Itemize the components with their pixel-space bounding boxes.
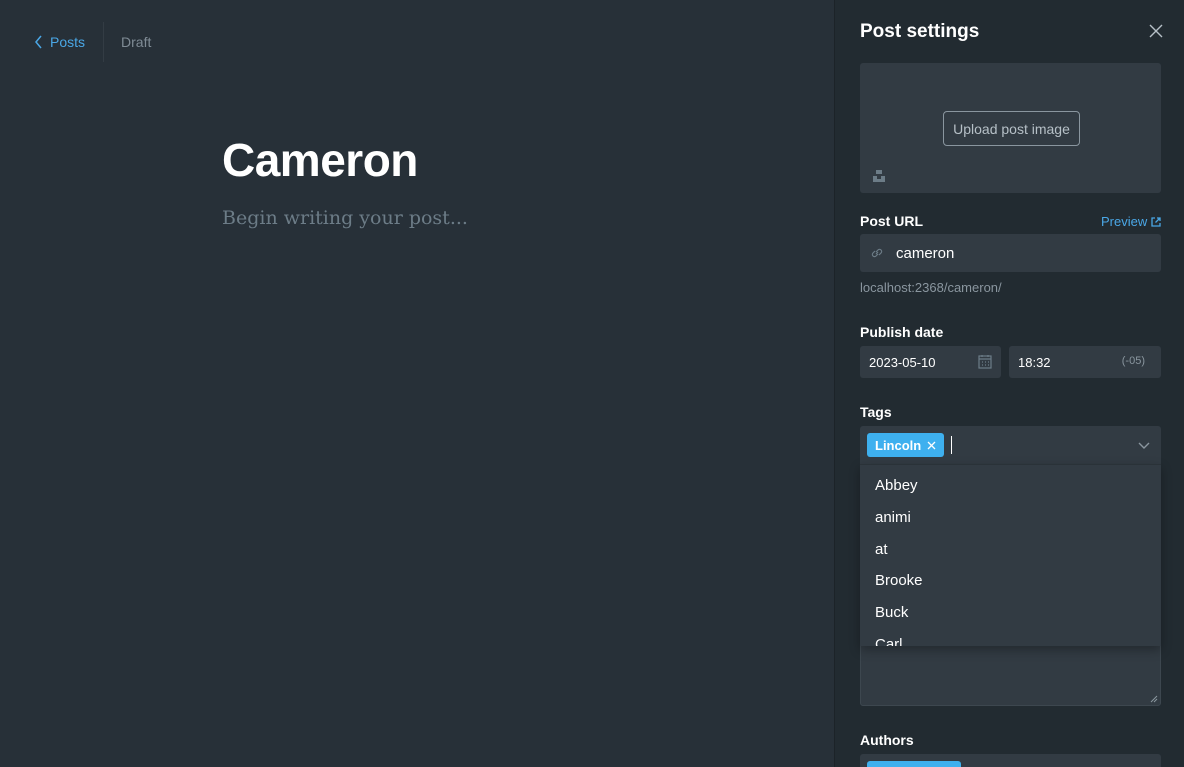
tag-chip[interactable]: Lincoln bbox=[867, 433, 945, 457]
back-to-posts-link[interactable]: Posts bbox=[34, 22, 105, 62]
post-image-dropzone[interactable]: Upload post image bbox=[860, 63, 1161, 193]
remove-tag-icon[interactable] bbox=[927, 441, 936, 450]
tag-chip-label: Lincoln bbox=[875, 437, 922, 453]
tags-dropdown: Abbey animi at Brooke Buck Carl bbox=[860, 464, 1161, 646]
preview-link[interactable]: Preview bbox=[1101, 214, 1161, 229]
post-url-label: Post URL bbox=[860, 213, 923, 229]
panel-title: Post settings bbox=[860, 21, 980, 42]
publish-time-value: 18:32 bbox=[1018, 354, 1051, 370]
post-url-field[interactable] bbox=[860, 234, 1161, 272]
post-settings-panel: Post settings Upload post image Post URL… bbox=[834, 0, 1184, 767]
tag-option[interactable]: Carl bbox=[860, 628, 1161, 646]
post-body-editor[interactable]: Begin writing your post... bbox=[222, 207, 468, 229]
text-caret bbox=[951, 436, 953, 454]
tag-option[interactable]: Abbey bbox=[860, 470, 1161, 502]
close-icon[interactable] bbox=[1146, 21, 1166, 41]
back-label: Posts bbox=[50, 34, 86, 50]
tags-label: Tags bbox=[860, 404, 892, 420]
tag-option[interactable]: animi bbox=[860, 502, 1161, 534]
post-status: Draft bbox=[121, 34, 152, 50]
chevron-left-icon bbox=[35, 35, 42, 49]
publish-date-label: Publish date bbox=[860, 324, 944, 340]
post-url-hint: localhost:2368/cameron/ bbox=[860, 280, 1002, 295]
tags-field[interactable]: Lincoln bbox=[860, 426, 1161, 464]
publish-time-field[interactable]: 18:32 (-05) bbox=[1009, 346, 1161, 378]
unsplash-icon[interactable] bbox=[872, 169, 886, 183]
author-chip[interactable] bbox=[867, 761, 961, 767]
tag-option[interactable]: Buck bbox=[860, 597, 1161, 629]
top-nav: Posts Draft bbox=[34, 22, 151, 62]
authors-label: Authors bbox=[860, 732, 914, 748]
tag-option[interactable]: Brooke bbox=[860, 565, 1161, 597]
preview-label: Preview bbox=[1101, 214, 1148, 229]
tag-option[interactable]: at bbox=[860, 533, 1161, 565]
resize-handle-icon[interactable] bbox=[1150, 695, 1158, 703]
calendar-icon[interactable] bbox=[978, 354, 992, 369]
timezone-label: (-05) bbox=[1121, 355, 1145, 367]
post-title-input[interactable]: Cameron bbox=[222, 133, 418, 187]
authors-field[interactable] bbox=[860, 754, 1161, 767]
post-url-input[interactable] bbox=[896, 244, 1146, 262]
upload-image-button[interactable]: Upload post image bbox=[943, 111, 1080, 146]
link-icon bbox=[871, 248, 883, 258]
publish-date-value: 2023-05-10 bbox=[869, 354, 936, 370]
external-link-icon bbox=[1151, 216, 1161, 227]
publish-date-field[interactable]: 2023-05-10 bbox=[860, 346, 1001, 378]
chevron-down-icon[interactable] bbox=[1138, 439, 1150, 451]
